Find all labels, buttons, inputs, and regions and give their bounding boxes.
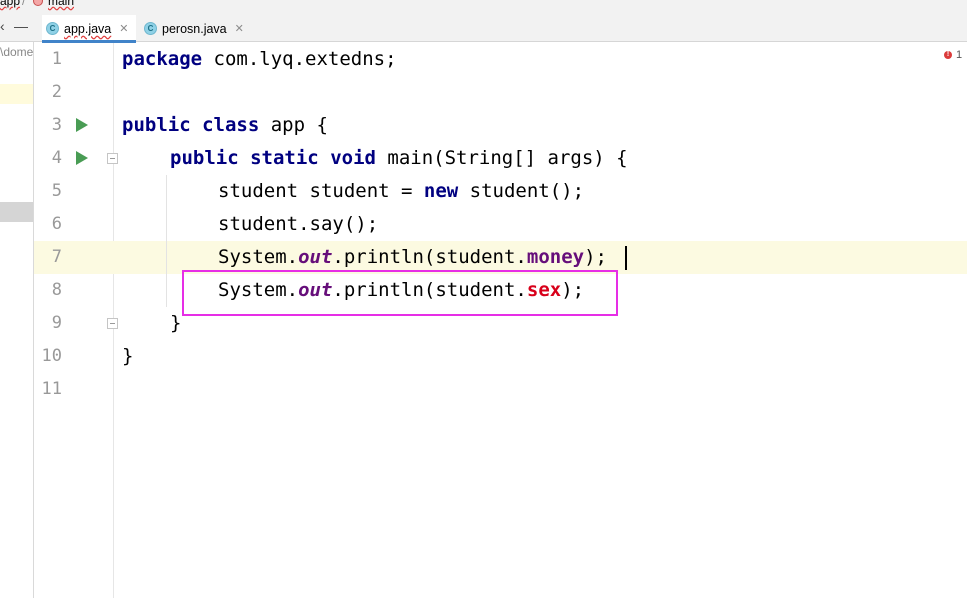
method-icon: [33, 0, 43, 6]
line-number: 4: [51, 148, 62, 168]
line-number: 6: [51, 214, 62, 234]
line-number: 2: [51, 82, 62, 102]
code-text: );: [584, 246, 607, 268]
line-number: 9: [51, 313, 62, 333]
tree-row-selected[interactable]: [0, 202, 33, 222]
code-text: com.lyq.extedns;: [202, 48, 397, 70]
line-number: 1: [51, 49, 62, 69]
breadcrumb-item-app[interactable]: app: [0, 0, 20, 8]
tab-label: app.java: [64, 21, 112, 36]
close-icon[interactable]: ✕: [119, 22, 128, 35]
static-field: out: [298, 246, 333, 268]
run-icon[interactable]: [76, 151, 88, 165]
code-line[interactable]: student.say();: [218, 208, 378, 241]
keyword: class: [202, 114, 260, 136]
close-icon[interactable]: ✕: [235, 22, 244, 35]
code-line[interactable]: package com.lyq.extedns;: [122, 43, 397, 76]
line-number: 7: [51, 247, 62, 267]
run-icon[interactable]: [76, 118, 88, 132]
code-line[interactable]: }: [170, 307, 181, 340]
keyword: void: [330, 147, 376, 169]
left-arrow-icon[interactable]: ‹: [0, 18, 5, 34]
breadcrumb-item-main[interactable]: main: [48, 0, 74, 8]
code-text: app {: [259, 114, 328, 136]
collapse-icon[interactable]: —: [14, 18, 28, 34]
editor-tab-bar: C app.java ✕ C perosn.java ✕: [0, 15, 967, 43]
line-number: 8: [51, 280, 62, 300]
keyword: public: [170, 147, 239, 169]
code-line[interactable]: }: [122, 340, 133, 373]
tab-perosn-java[interactable]: C perosn.java ✕: [142, 15, 252, 42]
keyword: new: [423, 180, 459, 202]
code-text: student student =: [218, 180, 424, 202]
annotation-highlight-box: [182, 270, 618, 316]
project-panel: \dome: [0, 42, 34, 598]
tab-app-java[interactable]: C app.java ✕: [42, 15, 136, 43]
line-number: 10: [41, 346, 62, 366]
line-number: 5: [51, 181, 62, 201]
line-number: 3: [51, 115, 62, 135]
text-caret: [625, 246, 627, 270]
indent-guide: [166, 175, 167, 307]
code-text: main(String[] args) {: [375, 147, 628, 169]
code-text: System.: [218, 246, 299, 268]
code-text: .println(student.: [332, 246, 527, 268]
keyword: package: [122, 48, 203, 70]
field-reference: money: [526, 246, 585, 268]
error-count: 1: [956, 49, 963, 61]
java-class-icon: C: [46, 22, 59, 35]
error-icon: !: [944, 51, 952, 59]
line-number: 11: [41, 379, 62, 399]
error-indicator[interactable]: ! 1: [944, 49, 962, 61]
code-text: student();: [458, 180, 585, 202]
fold-icon[interactable]: [107, 153, 118, 164]
tree-row-highlight[interactable]: [0, 84, 33, 104]
project-path: \dome: [0, 45, 34, 59]
code-line[interactable]: public class app {: [122, 109, 328, 142]
breadcrumb-separator: /: [22, 0, 26, 8]
code-line[interactable]: public static void main(String[] args) {: [170, 142, 628, 175]
java-class-icon: C: [144, 22, 157, 35]
code-line[interactable]: student student = new student();: [218, 175, 584, 208]
fold-icon[interactable]: [107, 318, 118, 329]
tab-label: perosn.java: [162, 21, 227, 36]
keyword: public: [122, 114, 191, 136]
breadcrumb: app / main: [0, 0, 967, 15]
keyword: static: [250, 147, 319, 169]
